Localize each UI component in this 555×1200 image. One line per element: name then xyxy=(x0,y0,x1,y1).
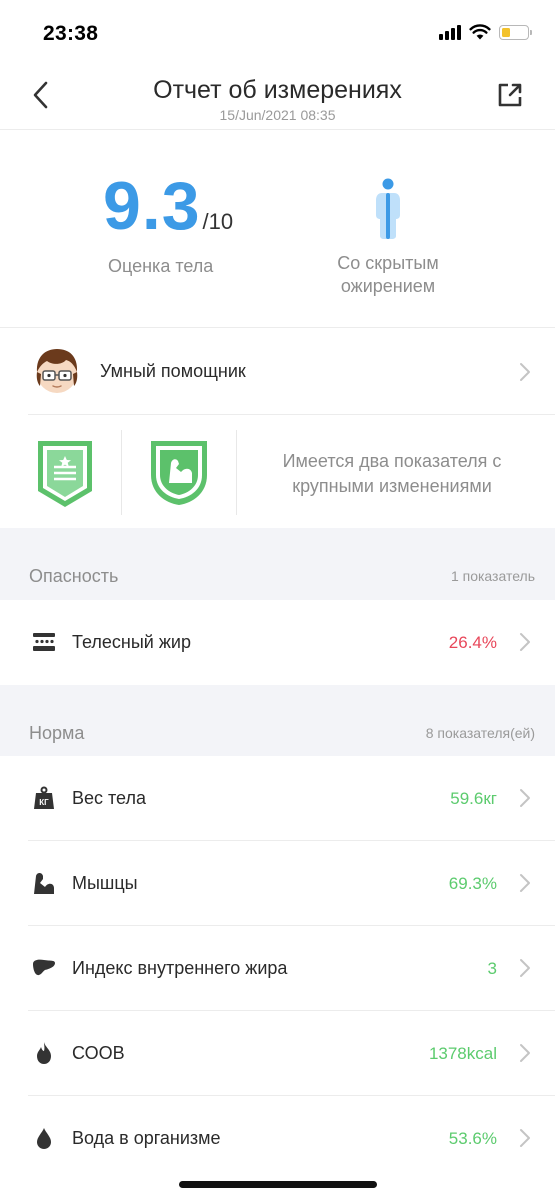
assistant-label: Умный помощник xyxy=(100,361,246,381)
body-type-label-line2: ожирением xyxy=(340,276,436,296)
cellular-signal-icon xyxy=(439,24,461,40)
body-score-label: Оценка тела xyxy=(108,256,214,276)
metric-row-body-fat[interactable]: Телесный жир 26.4% xyxy=(0,600,555,685)
app-header: Отчет об измерениях 15/Jun/2021 08:35 xyxy=(0,64,555,130)
body-score[interactable]: 9.3 /10 Оценка тела xyxy=(103,168,253,276)
normal-section-title: Норма xyxy=(29,723,85,743)
score-section: 9.3 /10 Оценка тела Со скрытым ожирением xyxy=(0,130,555,328)
weight-badge-icon[interactable] xyxy=(36,439,94,509)
metric-label: Вода в организме xyxy=(72,1128,221,1148)
metric-value: 26.4% xyxy=(448,633,497,652)
metric-value: 53.6% xyxy=(448,1129,497,1148)
metric-row-visceral-fat[interactable]: Индекс внутреннего жира 3 xyxy=(0,926,555,1011)
metric-value: 69.3% xyxy=(448,874,497,893)
metric-value: 1378kcal xyxy=(428,1044,497,1063)
battery-icon xyxy=(499,24,532,40)
metric-row-body-water[interactable]: Вода в организме 53.6% xyxy=(0,1096,555,1181)
status-icons xyxy=(439,24,532,40)
metric-label: Телесный жир xyxy=(72,632,191,652)
chevron-right-icon xyxy=(520,633,530,651)
body-score-max: /10 xyxy=(202,209,234,234)
status-time: 23:38 xyxy=(43,22,99,45)
metric-label: СООВ xyxy=(72,1043,125,1063)
measurement-datetime: 15/Jun/2021 08:35 xyxy=(219,107,336,123)
chevron-right-icon xyxy=(520,1044,530,1062)
normal-section-count: 8 показателя(ей) xyxy=(425,725,535,741)
body-figure-icon xyxy=(376,178,400,239)
danger-section-title: Опасность xyxy=(29,566,119,586)
badges-summary: Имеется два показателя с крупными измене… xyxy=(262,449,522,499)
body-score-value: 9.3 xyxy=(103,168,201,244)
metric-label: Мышцы xyxy=(72,873,138,893)
muscle-icon xyxy=(34,873,54,894)
assistant-avatar-icon xyxy=(36,349,78,393)
home-indicator[interactable] xyxy=(179,1181,377,1188)
badges-summary-line2: крупными изменениями xyxy=(292,476,492,496)
danger-section-header: Опасность 1 показатель xyxy=(0,528,555,600)
water-icon xyxy=(37,1128,51,1149)
metabolism-icon xyxy=(37,1042,51,1064)
chevron-right-icon xyxy=(520,789,530,807)
metric-label: Индекс внутреннего жира xyxy=(72,958,288,978)
chevron-right-icon xyxy=(520,874,530,892)
badges-row: Имеется два показателя с крупными измене… xyxy=(0,415,555,528)
chevron-right-icon xyxy=(520,1129,530,1147)
share-icon[interactable] xyxy=(495,80,525,110)
metric-label: Вес тела xyxy=(72,788,146,808)
weight-icon: КГ xyxy=(34,786,54,809)
metric-value: 59.6кг xyxy=(450,789,497,808)
metric-row-bmr[interactable]: СООВ 1378kcal xyxy=(0,1011,555,1096)
metric-value: 3 xyxy=(487,959,497,978)
svg-text:КГ: КГ xyxy=(39,798,49,807)
badge-divider xyxy=(121,430,122,515)
page-title: Отчет об измерениях xyxy=(153,76,402,104)
smart-assistant-row[interactable]: Умный помощник xyxy=(28,328,555,415)
status-bar: 23:38 xyxy=(0,0,555,64)
badge-divider xyxy=(236,430,237,515)
body-type-label-line1: Со скрытым xyxy=(337,253,439,273)
metric-row-muscle[interactable]: Мышцы 69.3% xyxy=(0,841,555,926)
body-type[interactable]: Со скрытым ожирением xyxy=(318,178,458,298)
visceral-fat-icon xyxy=(33,959,55,976)
body-fat-icon xyxy=(33,633,55,651)
badges-summary-line1: Имеется два показателя с xyxy=(282,451,502,471)
muscle-badge-icon[interactable] xyxy=(149,439,209,507)
danger-section-count: 1 показатель xyxy=(450,568,535,584)
chevron-right-icon xyxy=(520,363,530,381)
wifi-icon xyxy=(469,24,491,40)
chevron-right-icon xyxy=(520,959,530,977)
normal-section-header: Норма 8 показателя(ей) xyxy=(0,685,555,756)
metric-row-weight[interactable]: КГ Вес тела 59.6кг xyxy=(0,756,555,841)
